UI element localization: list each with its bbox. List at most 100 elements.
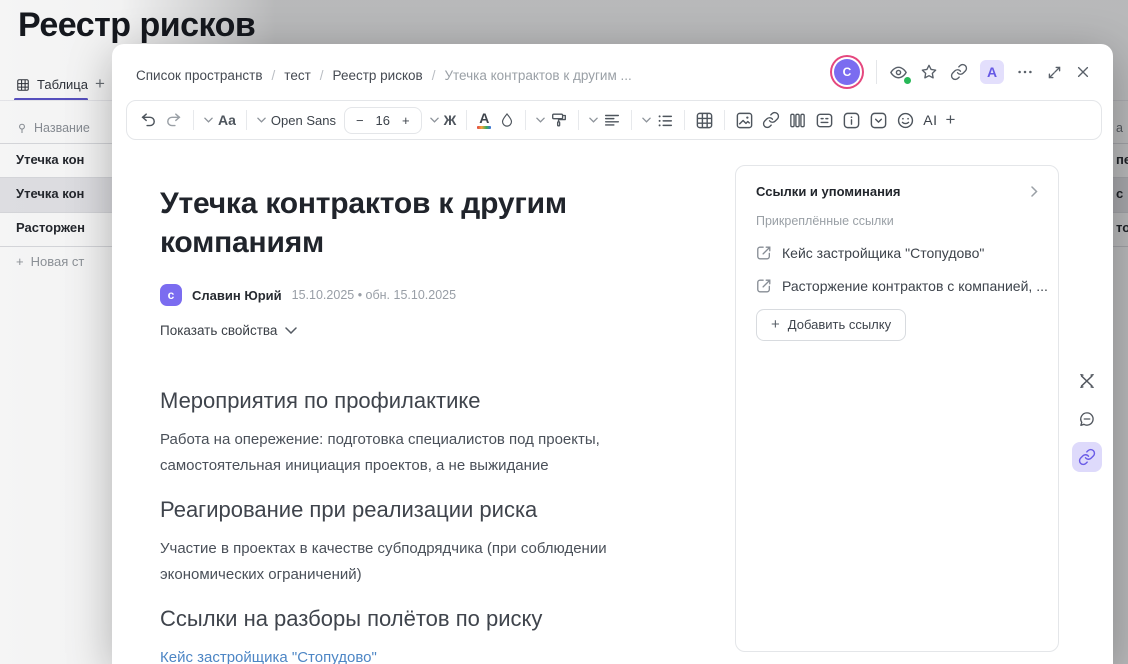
author-row: c Славин Юрий 15.10.2025 • обн. 15.10.20…	[160, 284, 680, 306]
side-tool-strip	[1060, 366, 1113, 472]
section-text: Участие в проектах в качестве субподрядч…	[160, 536, 680, 588]
font-size-stepper[interactable]: − 16 +	[344, 107, 422, 134]
star-icon	[920, 63, 938, 81]
formatting-toolbar: Aa Open Sans − 16 + Ж A	[126, 100, 1102, 140]
show-properties-toggle[interactable]: Показать свойства	[160, 323, 297, 338]
list-dropdown[interactable]	[642, 111, 674, 129]
text-color-button[interactable]: A	[477, 111, 491, 129]
watchers-button[interactable]	[889, 63, 908, 82]
more-button[interactable]	[1016, 63, 1034, 81]
insert-more-button[interactable]: +	[946, 110, 956, 130]
toggle-block-button[interactable]	[869, 111, 888, 130]
section-prevention: Мероприятия по профилактике Работа на оп…	[160, 386, 680, 479]
ai-button[interactable]: AI	[923, 112, 937, 128]
linked-page-icon	[756, 278, 772, 294]
comment-icon	[1078, 410, 1096, 428]
color-spectrum-bar	[477, 126, 491, 129]
copy-link-button[interactable]	[950, 63, 968, 81]
section-heading: Реагирование при реализации риска	[160, 495, 680, 524]
emoji-button[interactable]	[896, 111, 915, 130]
edit-tools-icon	[1078, 372, 1096, 390]
insert-link-button[interactable]	[762, 111, 780, 129]
text-settings-button[interactable]: A	[980, 60, 1004, 84]
emoji-icon	[896, 111, 915, 130]
document-dates: 15.10.2025 • обн. 15.10.2025	[292, 288, 456, 302]
blocks-button[interactable]	[815, 111, 834, 130]
insert-image-button[interactable]	[735, 111, 754, 130]
breadcrumb-test[interactable]: тест	[284, 68, 310, 83]
document-title[interactable]: Утечка контрактов к другим компаниям	[160, 184, 680, 262]
author-avatar: c	[160, 284, 182, 306]
document-content: Утечка контрактов к другим компаниям c С…	[160, 184, 680, 664]
plus-icon: +	[771, 316, 780, 333]
link-icon	[762, 111, 780, 129]
author-name: Славин Юрий	[192, 288, 282, 303]
image-icon	[735, 111, 754, 130]
bold-dropdown[interactable]: Ж	[430, 112, 457, 128]
chevron-down-icon	[536, 117, 545, 123]
breadcrumb-spaces[interactable]: Список пространств	[136, 68, 263, 83]
section-links: Ссылки на разборы полётов по риску Кейс …	[160, 604, 680, 664]
chevron-down-icon	[204, 117, 213, 123]
text-style-dropdown[interactable]: Aa	[204, 112, 236, 128]
attached-link-item[interactable]: Расторжение контрактов с компанией, ...	[756, 278, 1038, 294]
redo-button[interactable]	[165, 111, 183, 129]
user-avatar[interactable]: C	[834, 59, 860, 85]
add-link-button[interactable]: + Добавить ссылку	[756, 309, 906, 341]
droplet-icon	[499, 112, 515, 129]
blocks-icon	[815, 111, 834, 130]
chevron-right-icon[interactable]	[1031, 186, 1038, 197]
close-button[interactable]	[1075, 64, 1091, 80]
toggle-icon	[869, 111, 888, 130]
breadcrumb-current: Утечка контрактов к другим ...	[444, 68, 631, 83]
info-block-button[interactable]	[842, 111, 861, 130]
linked-page-icon	[756, 245, 772, 261]
section-text: Работа на опережение: подготовка специал…	[160, 427, 680, 479]
expand-icon	[1046, 64, 1063, 81]
attached-link-item[interactable]: Кейс застройщика "Стопудово"	[756, 245, 1038, 261]
font-size-value: 16	[376, 113, 390, 128]
edit-tools-button[interactable]	[1072, 366, 1102, 396]
links-mentions-panel: Ссылки и упоминания Прикреплённые ссылки…	[735, 165, 1059, 652]
links-panel-header[interactable]: Ссылки и упоминания	[756, 184, 1038, 199]
undo-icon	[139, 111, 157, 129]
redo-icon	[165, 111, 183, 129]
close-icon	[1075, 64, 1091, 80]
expand-button[interactable]	[1046, 64, 1063, 81]
alignment-dropdown[interactable]	[589, 111, 621, 129]
chevron-down-icon	[642, 117, 651, 123]
more-icon	[1016, 63, 1034, 81]
document-modal: Список пространств / тест / Реестр риско…	[112, 44, 1113, 664]
section-heading: Мероприятия по профилактике	[160, 386, 680, 415]
columns-button[interactable]	[788, 111, 807, 130]
breadcrumb: Список пространств / тест / Реестр риско…	[136, 68, 632, 83]
chevron-down-icon	[430, 117, 439, 123]
format-painter-dropdown[interactable]	[536, 111, 568, 129]
links-panel-button[interactable]	[1072, 442, 1102, 472]
highlight-button[interactable]	[499, 112, 515, 129]
header-divider	[876, 60, 877, 84]
paint-roller-icon	[550, 111, 568, 129]
chevron-down-icon	[257, 117, 266, 123]
info-icon	[842, 111, 861, 130]
link-icon	[950, 63, 968, 81]
undo-button[interactable]	[139, 111, 157, 129]
insert-table-button[interactable]	[695, 111, 714, 130]
chevron-down-icon	[589, 117, 598, 123]
online-badge	[903, 76, 912, 85]
increase-size-button[interactable]: +	[402, 113, 410, 128]
link-icon	[1078, 448, 1096, 466]
decrease-size-button[interactable]: −	[356, 113, 364, 128]
align-left-icon	[603, 111, 621, 129]
font-family-dropdown[interactable]: Open Sans	[257, 113, 336, 128]
breadcrumb-registry[interactable]: Реестр рисков	[333, 68, 423, 83]
favorite-button[interactable]	[920, 63, 938, 81]
columns-icon	[788, 111, 807, 130]
case-link[interactable]: Кейс застройщика "Стопудово"	[160, 649, 377, 664]
chevron-down-icon	[285, 327, 297, 334]
attached-links-label: Прикреплённые ссылки	[756, 214, 1038, 228]
section-response: Реагирование при реализации риска Участи…	[160, 495, 680, 588]
section-heading: Ссылки на разборы полётов по риску	[160, 604, 680, 633]
table-icon	[695, 111, 714, 130]
comments-button[interactable]	[1072, 404, 1102, 434]
